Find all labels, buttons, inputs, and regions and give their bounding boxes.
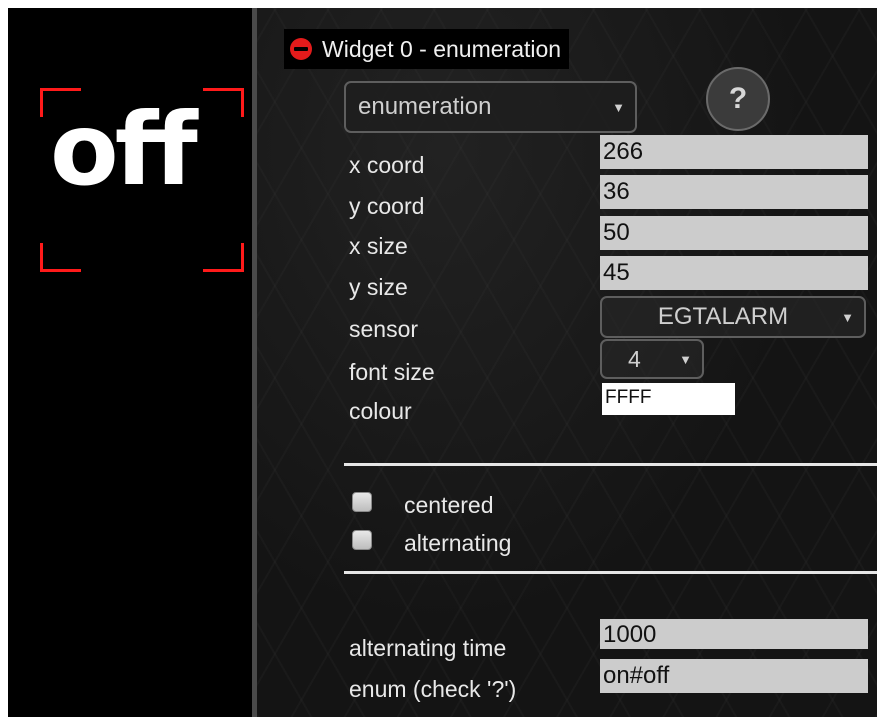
colour-label: colour [349, 398, 412, 424]
help-button[interactable]: ? [706, 67, 770, 131]
y-size-input[interactable]: 45 [600, 256, 868, 290]
centered-label: centered [404, 492, 494, 518]
sensor-select[interactable]: EGTALARM ▼ [600, 296, 866, 338]
preview-widget-text: off [50, 91, 198, 208]
alternating-checkbox[interactable] [352, 529, 372, 550]
minus-circle-icon[interactable] [290, 38, 312, 60]
x-coord-input[interactable]: 266 [600, 135, 868, 169]
selection-corner-top-right [203, 88, 244, 117]
alternating-time-label: alternating time [349, 635, 507, 661]
enum-input[interactable]: on#off [600, 659, 868, 693]
y-coord-label: y coord [349, 193, 425, 219]
sensor-label: sensor [349, 316, 419, 342]
widget-header: Widget 0 - enumeration [284, 29, 570, 69]
selection-corner-bottom-right [203, 243, 244, 272]
alternating-option[interactable]: alternating [352, 529, 512, 557]
widget-title: Widget 0 - enumeration [322, 35, 562, 62]
x-size-input[interactable]: 50 [600, 216, 868, 250]
y-coord-input[interactable]: 36 [600, 175, 868, 209]
font-size-value: 4 [628, 345, 641, 372]
separator-line [344, 571, 877, 574]
editor-frame: off Widget 0 - enumeration enumeration ▼… [8, 8, 877, 717]
triangle-down-icon: ▼ [679, 351, 692, 367]
colour-input[interactable]: FFFF [602, 383, 735, 415]
enum-label: enum (check '?') [349, 676, 517, 702]
widget-settings-panel: Widget 0 - enumeration enumeration ▼ ? x… [257, 8, 877, 717]
widget-type-value: enumeration [358, 93, 492, 120]
separator-line [344, 463, 877, 466]
triangle-down-icon: ▼ [841, 309, 854, 325]
font-size-label: font size [349, 359, 435, 385]
centered-option[interactable]: centered [352, 491, 494, 519]
sensor-value: EGTALARM [657, 303, 789, 330]
x-coord-label: x coord [349, 152, 425, 178]
widget-preview-panel: off [8, 8, 252, 717]
y-size-label: y size [349, 274, 408, 300]
alternating-label: alternating [404, 530, 512, 556]
triangle-down-icon: ▼ [612, 99, 625, 115]
widget-type-select[interactable]: enumeration ▼ [344, 81, 637, 133]
alternating-time-input[interactable]: 1000 [600, 619, 868, 649]
question-mark-icon: ? [728, 82, 748, 115]
centered-checkbox[interactable] [352, 491, 372, 512]
selection-corner-bottom-left [40, 243, 81, 272]
preview-widget[interactable]: off [40, 88, 244, 272]
font-size-select[interactable]: 4 ▼ [600, 339, 704, 379]
x-size-label: x size [349, 233, 408, 259]
